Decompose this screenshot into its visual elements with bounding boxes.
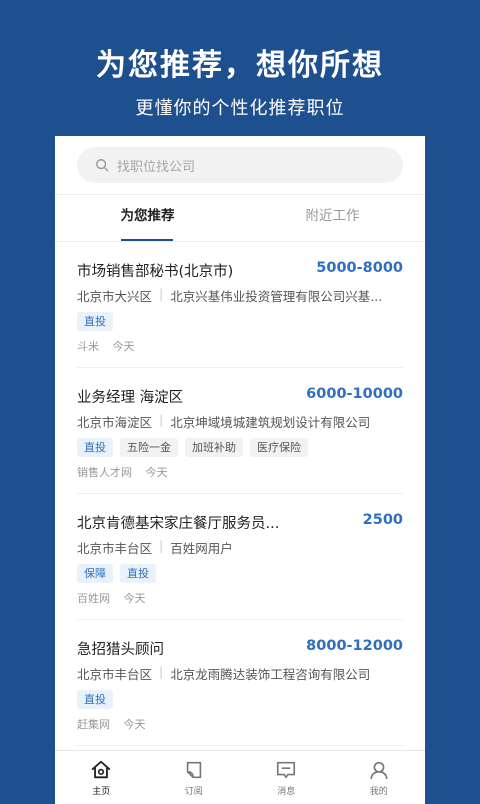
search-icon [96,159,109,172]
job-tag: 医疗保险 [250,438,308,457]
job-salary: 5000-8000 [316,260,403,276]
job-source: 百姓网 今天 [77,590,146,606]
job-source-name: 斗米 [77,340,99,353]
job-title: 业务经理 海淀区 [77,390,184,406]
job-company: 北京兴基伟业投资管理有限公司兴基... [170,289,383,304]
job-company: 百姓网用户 [170,541,233,556]
job-date: 今天 [123,718,146,731]
job-location: 北京市大兴区 [77,289,153,304]
job-company: 北京坤域境城建筑规划设计有限公司 [170,415,371,430]
job-date: 今天 [123,592,146,605]
nav-home[interactable]: 主页 [55,751,148,804]
job-source: 斗米 今天 [77,338,135,354]
home-icon [92,760,111,779]
job-card[interactable]: 北京肯德基宋家庄餐厅服务员... 2500 北京市丰台区 | 百姓网用户 保障 … [77,494,403,620]
job-meta: 北京市丰台区 | 北京龙雨腾达装饰工程咨询有限公司 [77,664,403,683]
search-bar[interactable]: 找职位找公司 [77,147,403,183]
job-date: 今天 [145,466,168,479]
job-tag: 直投 [77,312,113,331]
separator: | [159,538,164,553]
nav-subscribe[interactable]: 订阅 [148,751,241,804]
job-date: 今天 [112,340,135,353]
tab-recommended[interactable]: 为您推荐 [55,206,240,242]
job-salary: 6000-10000 [306,386,403,402]
job-source: 销售人才网 今天 [77,464,168,480]
job-tags: 直投 五险一金 加班补助 医疗保险 [77,438,308,457]
job-title: 市场销售部秘书(北京市) [77,264,234,280]
nav-messages[interactable]: 消息 [240,751,333,804]
job-tag: 直投 [120,564,156,583]
job-card[interactable]: 市场销售部秘书(北京市) 5000-8000 北京市大兴区 | 北京兴基伟业投资… [77,242,403,368]
job-tag: 保障 [77,564,113,583]
job-location: 北京市丰台区 [77,541,153,556]
job-tag: 直投 [77,438,113,457]
job-title: 急招猎头顾问 [77,642,164,658]
nav-label: 主页 [92,787,111,797]
job-card[interactable]: 业务经理 海淀区 6000-10000 北京市海淀区 | 北京坤域境城建筑规划设… [77,368,403,494]
nav-label: 我的 [369,787,388,797]
job-list: 市场销售部秘书(北京市) 5000-8000 北京市大兴区 | 北京兴基伟业投资… [55,242,425,746]
job-location: 北京市丰台区 [77,667,153,682]
hero-subtitle: 更懂你的个性化推荐职位 [135,98,345,119]
job-salary: 2500 [362,512,403,528]
job-tag: 加班补助 [185,438,243,457]
job-source-name: 销售人才网 [77,466,132,479]
separator: | [159,286,164,301]
divider [55,194,425,195]
nav-label: 消息 [277,787,296,797]
search-placeholder: 找职位找公司 [117,159,196,175]
message-icon [277,761,296,779]
job-tags: 保障 直投 [77,564,156,583]
job-tags: 直投 [77,690,113,709]
job-title: 北京肯德基宋家庄餐厅服务员... [77,516,280,532]
hero-title: 为您推荐，想你所想 [96,48,384,83]
job-card[interactable]: 急招猎头顾问 8000-12000 北京市丰台区 | 北京龙雨腾达装饰工程咨询有… [77,620,403,746]
app-screen: 找职位找公司 为您推荐 附近工作 市场销售部秘书(北京市) 5000-8000 … [55,136,425,804]
bottom-nav: 主页 订阅 消息 我的 [55,750,425,804]
nav-label: 订阅 [184,787,203,797]
job-meta: 北京市大兴区 | 北京兴基伟业投资管理有限公司兴基... [77,286,403,305]
job-source: 赶集网 今天 [77,716,146,732]
subscribe-icon [186,761,201,779]
job-meta: 北京市丰台区 | 百姓网用户 [77,538,403,557]
job-salary: 8000-12000 [306,638,403,654]
job-tag: 直投 [77,690,113,709]
job-location: 北京市海淀区 [77,415,153,430]
separator: | [159,412,164,427]
job-meta: 北京市海淀区 | 北京坤域境城建筑规划设计有限公司 [77,412,403,431]
tab-nearby[interactable]: 附近工作 [240,206,425,242]
job-company: 北京龙雨腾达装饰工程咨询有限公司 [170,667,371,682]
job-source-name: 百姓网 [77,592,110,605]
job-tag: 五险一金 [120,438,178,457]
separator: | [159,664,164,679]
profile-icon [370,761,388,780]
job-tags: 直投 [77,312,113,331]
nav-profile[interactable]: 我的 [333,751,426,804]
job-source-name: 赶集网 [77,718,110,731]
